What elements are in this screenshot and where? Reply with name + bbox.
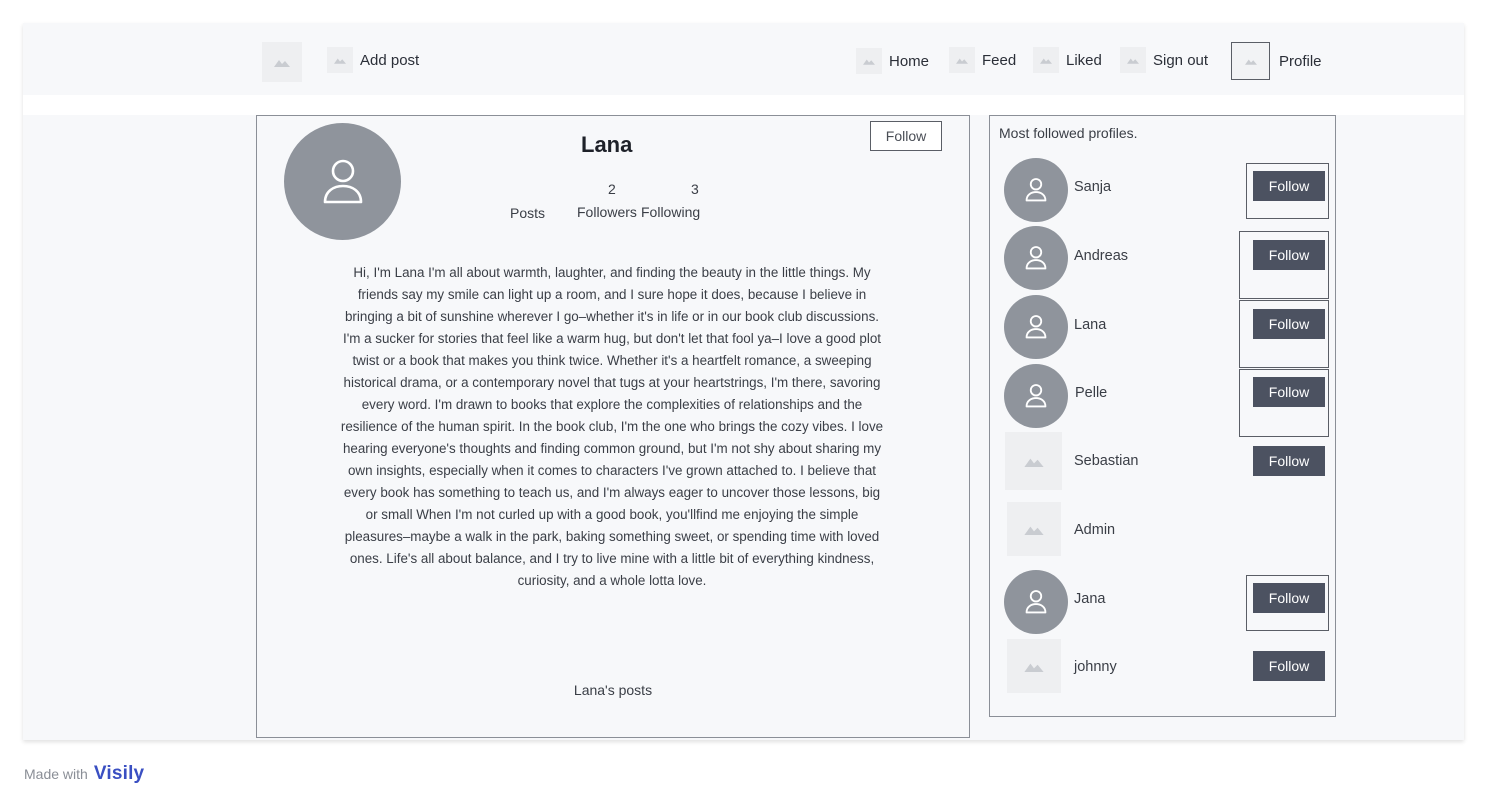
feed-icon (949, 47, 975, 73)
nav-add-post-label: Add post (360, 51, 420, 69)
posts-section-title: Lana's posts (573, 682, 653, 698)
header-divider (23, 95, 1464, 115)
followers-count: 2 (608, 181, 616, 197)
profile-card: Lana Follow 2 3 Posts Followers Followin… (256, 115, 970, 738)
liked-icon (1033, 47, 1059, 73)
user-avatar (1004, 295, 1068, 359)
nav-sign-out-label: Sign out (1153, 51, 1209, 69)
user-name[interactable]: Admin (1074, 522, 1115, 538)
follow-button[interactable]: Follow (1253, 171, 1325, 201)
follow-button[interactable]: Follow (870, 121, 942, 151)
follow-button[interactable]: Follow (1253, 377, 1325, 407)
follow-button[interactable]: Follow (1253, 446, 1325, 476)
user-name[interactable]: Pelle (1075, 385, 1107, 401)
image-placeholder-icon (1007, 639, 1061, 693)
most-followed-panel: Most followed profiles. Sanja Follow And… (989, 115, 1336, 717)
user-avatar (1004, 570, 1068, 634)
person-icon (1025, 590, 1047, 614)
profile-icon (1231, 42, 1270, 80)
user-avatar (1004, 158, 1068, 222)
person-icon (1025, 178, 1047, 202)
followers-label: Followers (577, 204, 637, 220)
made-with-label: Made with (24, 766, 88, 782)
user-name[interactable]: Sanja (1074, 179, 1111, 195)
following-label: Following (641, 204, 701, 220)
top-navigation: Add post Home Feed Liked Sign out Profil… (23, 23, 1464, 95)
image-placeholder-icon (1005, 432, 1062, 490)
image-placeholder-icon (1007, 502, 1061, 556)
logo-placeholder-icon[interactable] (262, 42, 302, 82)
user-avatar (1004, 364, 1068, 428)
add-post-icon (327, 47, 353, 73)
nav-home[interactable]: Home (856, 48, 929, 74)
nav-feed[interactable]: Feed (949, 47, 1016, 73)
nav-profile[interactable]: Profile (1231, 42, 1322, 80)
home-icon (856, 48, 882, 74)
nav-profile-label: Profile (1279, 52, 1322, 70)
person-icon (323, 159, 362, 203)
most-followed-title: Most followed profiles. (999, 125, 1138, 141)
user-name[interactable]: johnny (1074, 659, 1117, 675)
sign-out-icon (1120, 47, 1146, 73)
app-frame: Add post Home Feed Liked Sign out Profil… (23, 23, 1464, 740)
nav-liked-label: Liked (1066, 51, 1102, 69)
nav-feed-label: Feed (982, 51, 1017, 69)
follow-button[interactable]: Follow (1253, 240, 1325, 270)
user-name[interactable]: Jana (1074, 591, 1105, 607)
made-with-badge[interactable]: Made with Visily (24, 763, 144, 785)
user-name[interactable]: Sebastian (1074, 453, 1139, 469)
user-name[interactable]: Lana (1074, 317, 1106, 333)
nav-home-label: Home (889, 52, 930, 70)
user-avatar (1004, 226, 1068, 290)
following-count: 3 (691, 181, 699, 197)
user-name[interactable]: Andreas (1074, 248, 1128, 264)
posts-label: Posts (510, 205, 546, 221)
follow-button[interactable]: Follow (1253, 583, 1325, 613)
person-icon (1025, 384, 1047, 408)
nav-liked[interactable]: Liked (1033, 47, 1102, 73)
profile-name: Lana (581, 132, 633, 157)
profile-bio: Hi, I'm Lana I'm all about warmth, laugh… (340, 265, 884, 588)
profile-avatar (284, 123, 401, 240)
person-icon (1025, 315, 1047, 339)
nav-sign-out[interactable]: Sign out (1120, 47, 1208, 73)
nav-add-post[interactable]: Add post (327, 47, 419, 73)
visily-logo: Visily (93, 763, 145, 784)
follow-button[interactable]: Follow (1253, 651, 1325, 681)
follow-button[interactable]: Follow (1253, 309, 1325, 339)
person-icon (1025, 246, 1047, 270)
